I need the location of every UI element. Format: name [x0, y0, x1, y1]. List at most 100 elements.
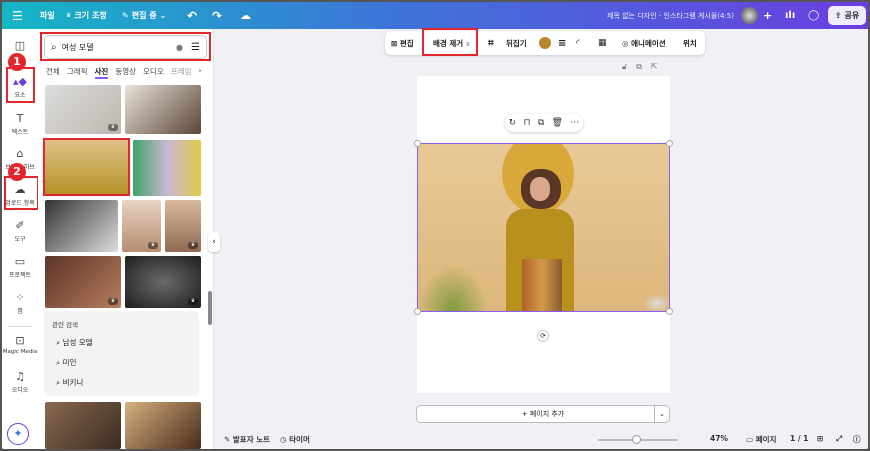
color-swatch[interactable] — [539, 37, 551, 49]
rail-label: Magic Media — [2, 349, 38, 355]
avatar[interactable] — [741, 7, 758, 24]
search-icon: ⌕ — [56, 358, 63, 367]
search-icon: ⌕ — [56, 378, 63, 387]
rail-item-draw[interactable]: ✐ 도구 — [2, 219, 38, 243]
rail-item-audio[interactable]: ♫ 오디오 — [2, 370, 38, 394]
undo-icon[interactable]: ↶ — [187, 2, 197, 29]
rail-item-apps[interactable]: ⁘ 앱 — [2, 291, 38, 315]
tab-audio[interactable]: 오디오 — [143, 66, 164, 79]
notes-icon: ✎ — [224, 435, 233, 444]
photo-result[interactable] — [133, 140, 201, 196]
edit-label: 편집 — [399, 38, 414, 48]
magic-assistant-button[interactable]: ✦ — [7, 423, 29, 445]
related-item[interactable]: ⌕ 비키니 — [56, 377, 191, 388]
photo-result[interactable]: ♛ — [165, 200, 201, 252]
related-label: 미인 — [62, 358, 77, 367]
tab-all[interactable]: 전체 — [46, 66, 60, 79]
add-collaborator-icon[interactable]: + — [763, 2, 772, 29]
menu-icon[interactable]: ☰ — [12, 2, 23, 29]
flip-button[interactable]: 뒤집기 — [506, 38, 527, 49]
photo-result[interactable] — [45, 402, 121, 449]
insights-icon[interactable]: ılı — [785, 2, 795, 29]
related-item[interactable]: ⌕ 남성 모델 — [56, 337, 191, 348]
pages-icon: ▭ — [746, 435, 756, 444]
rail-item-text[interactable]: T 텍스트 — [2, 112, 38, 136]
document-title[interactable]: 제목 없는 디자인 - 인스타그램 게시물(4:5) — [607, 2, 734, 29]
add-page-icon[interactable]: ⇱ — [651, 62, 667, 71]
tab-videos[interactable]: 동영상 — [115, 66, 136, 79]
add-page-button[interactable]: + 페이지 추가 — [416, 405, 670, 423]
rail-item-design[interactable]: ◫ — [2, 39, 38, 54]
notes-button[interactable]: ✎ 발표자 노트 — [224, 434, 270, 445]
crown-icon: ♛ — [108, 298, 118, 305]
tab-graphics[interactable]: 그래픽 — [67, 66, 88, 79]
editing-mode-button[interactable]: ✎ 편집 중 ⌄ — [122, 2, 166, 29]
photo-result[interactable] — [45, 200, 118, 252]
ai-edit-icon[interactable]: ↻ — [509, 118, 517, 128]
border-style-icon[interactable]: ≡ — [558, 38, 566, 49]
corner-rounding-icon[interactable]: ◜ — [576, 38, 580, 49]
rail-item-magic-media[interactable]: ⊡ Magic Media — [2, 334, 38, 355]
zoom-slider[interactable] — [598, 435, 678, 444]
zoom-slider-handle[interactable] — [631, 435, 641, 444]
lock-icon[interactable]: ⊓ — [523, 118, 530, 128]
crop-icon[interactable]: ⌗ — [488, 38, 494, 49]
selected-image[interactable] — [417, 143, 670, 312]
duplicate-icon[interactable]: ⧉ — [538, 118, 544, 128]
duplicate-page-icon[interactable]: ⧉ — [636, 62, 651, 71]
chevron-down-icon[interactable]: ⌄ — [654, 406, 669, 422]
share-button[interactable]: ⇪ 공유 — [828, 6, 866, 25]
redo-icon[interactable]: ↷ — [212, 2, 222, 29]
bottom-bar: ✎ 발표자 노트 ◷ 타이머 47% ▭ 페이지 1 / 1 ⊞ ⤢ ⓘ — [214, 430, 868, 449]
transparency-icon[interactable]: ▦ — [598, 38, 607, 48]
highlight-elements — [6, 67, 35, 103]
rail-item-projects[interactable]: ▭ 프로젝트 — [2, 255, 38, 279]
timer-label: 타이머 — [289, 435, 310, 444]
related-item[interactable]: ⌕ 미인 — [56, 357, 191, 368]
photo-result[interactable]: ♛ — [45, 256, 121, 308]
photo-result[interactable]: ♛ — [125, 256, 201, 308]
share-label: 공유 — [844, 11, 860, 20]
draw-icon: ✐ — [15, 219, 25, 232]
timer-button[interactable]: ◷ 타이머 — [280, 434, 310, 445]
highlight-uploads — [4, 176, 39, 210]
tab-photos[interactable]: 사진 — [94, 66, 109, 79]
resize-handle[interactable] — [414, 140, 421, 147]
edit-button[interactable]: ⊠ 편집 — [391, 38, 414, 49]
highlight-bg-remove — [422, 28, 478, 56]
notes-label: 발표자 노트 — [232, 435, 271, 444]
pages-button[interactable]: ▭ 페이지 — [746, 434, 776, 445]
file-menu[interactable]: 파일 — [40, 2, 55, 29]
add-page-label: + 페이지 추가 — [521, 410, 565, 418]
rail-label: 텍스트 — [11, 129, 29, 136]
related-searches: 관련 검색 ⌕ 남성 모델 ⌕ 미인 ⌕ 비키니 — [44, 311, 199, 396]
comment-icon[interactable]: ◯ — [808, 2, 819, 29]
help-icon[interactable]: ⓘ — [853, 434, 861, 445]
fullscreen-icon[interactable]: ⤢ — [836, 434, 842, 444]
panel-scrollbar[interactable] — [208, 291, 212, 325]
chevron-down-icon: ⌄ — [159, 11, 167, 20]
rotate-handle[interactable]: ⟳ — [537, 330, 549, 342]
photo-result[interactable]: ♛ — [45, 85, 121, 134]
cloud-save-icon[interactable]: ☁ — [240, 2, 251, 29]
resize-button[interactable]: ♛ 크기 조정 — [66, 2, 107, 29]
collapse-panel-button[interactable]: ‹ — [208, 232, 220, 252]
photo-result[interactable]: ♛ — [122, 200, 161, 252]
delete-icon[interactable]: 🗑︎ — [552, 118, 563, 128]
resize-handle[interactable] — [666, 140, 673, 147]
chevron-right-icon[interactable]: › — [198, 66, 201, 79]
step-badge-1: 1 — [8, 53, 26, 71]
page-actions: 🔓︎⧉⇱ — [622, 62, 667, 72]
zoom-value[interactable]: 47% — [710, 434, 728, 443]
grid-view-icon[interactable]: ⊞ — [817, 434, 823, 443]
resize-handle[interactable] — [666, 308, 673, 315]
more-icon[interactable]: ⋯ — [570, 118, 579, 128]
photo-result[interactable] — [125, 85, 201, 134]
animate-button[interactable]: ◎ 애니메이션 — [622, 38, 666, 49]
tab-frames[interactable]: 프레임 — [171, 66, 192, 79]
related-label: 남성 모델 — [62, 338, 93, 347]
lock-icon[interactable]: 🔓︎ — [622, 62, 636, 71]
position-button[interactable]: 위치 — [683, 38, 697, 49]
photo-result[interactable] — [125, 402, 201, 449]
resize-handle[interactable] — [414, 308, 421, 315]
